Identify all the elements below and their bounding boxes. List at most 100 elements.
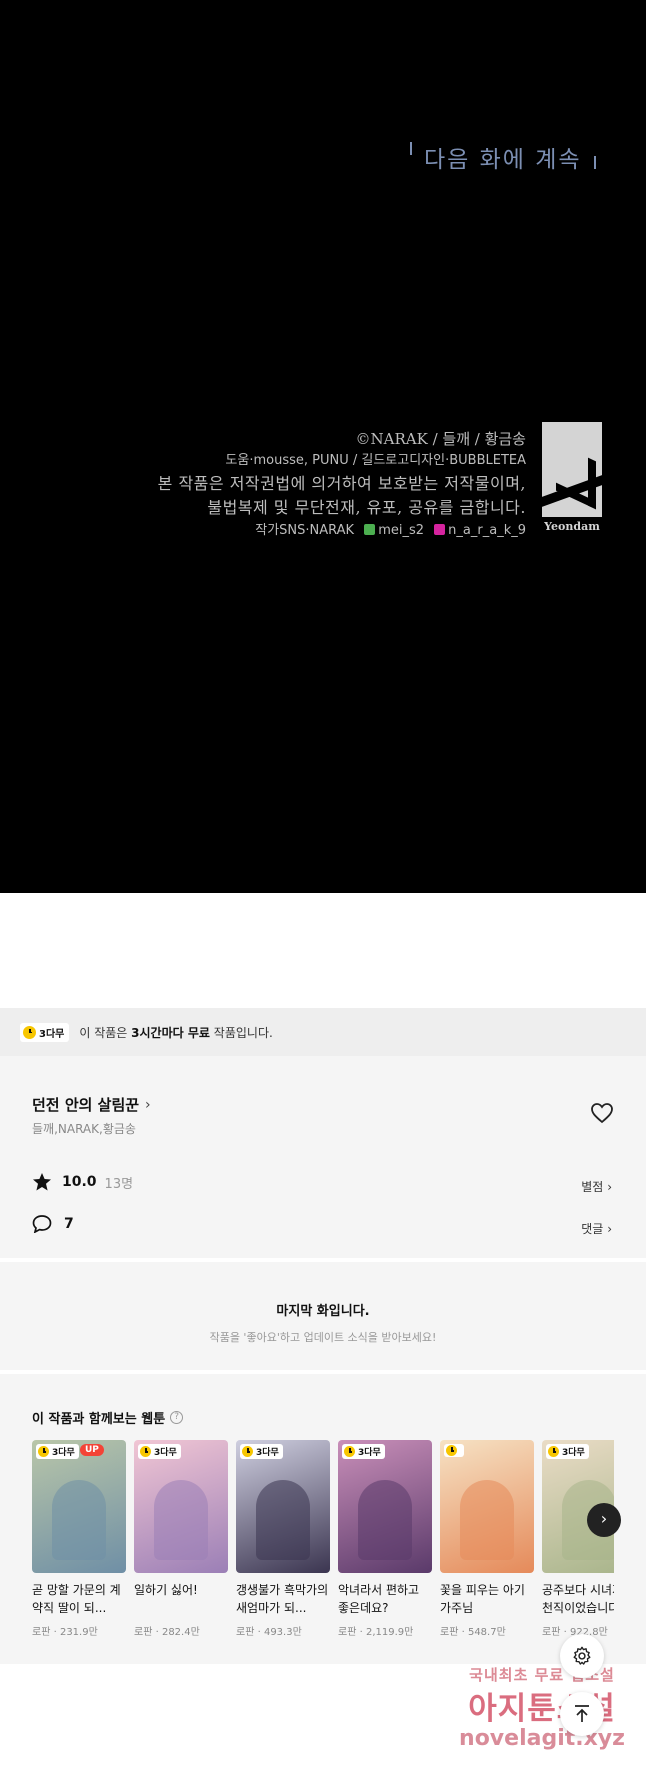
cover-image	[440, 1440, 534, 1573]
last-episode-notice: 마지막 화입니다. 작품을 '좋아요'하고 업데이트 소식을 받아보세요!	[0, 1262, 646, 1370]
comment-link-label: 댓글	[581, 1222, 604, 1236]
card-genre: 로판	[236, 1627, 255, 1638]
clock-icon	[446, 1445, 457, 1456]
cover-art	[358, 1480, 412, 1560]
free-badge: 3다무	[36, 1444, 79, 1459]
clock-icon	[548, 1446, 559, 1457]
cover-art	[52, 1480, 106, 1560]
comment-row: 7	[32, 1214, 74, 1233]
card-meta: 로판 · 231.9만	[32, 1627, 98, 1638]
chevron-right-icon: ›	[600, 1509, 608, 1528]
credits-assistants: 도움·mousse, PUNU / 길드로고디자인·BUBBLETEA	[225, 453, 526, 468]
rating-row: 10.0 13명	[32, 1172, 133, 1192]
chevron-right-icon: ›	[607, 1222, 612, 1236]
watermark-line2: 아지툰소설	[468, 1691, 616, 1727]
up-badge: UP	[80, 1444, 104, 1456]
free-badge-label: 3다무	[562, 1448, 585, 1458]
free-badge-label: 3다무	[358, 1448, 381, 1458]
clock-icon	[344, 1446, 355, 1457]
recommendation-card[interactable]: 3다무 UP 곧 망할 가문의 계약직 딸이 되... 로판 · 231.9만	[32, 1440, 126, 1638]
card-genre: 로판	[134, 1627, 153, 1638]
recommendation-card[interactable]: 3다무공주보다 시녀가 천직이었습니다로판 · 922.8만	[542, 1440, 614, 1638]
series-title-link[interactable]: 던전 안의 살림꾼 ›	[32, 1094, 151, 1115]
star-icon	[33, 1173, 51, 1191]
free-badge: 3다무	[20, 1022, 70, 1042]
card-meta: 로판 · 493.3만	[236, 1627, 302, 1638]
card-genre: 로판	[338, 1627, 357, 1638]
recommendations-heading-text: 이 작품과 함께보는 웹툰	[32, 1412, 166, 1427]
card-genre: 로판	[32, 1627, 51, 1638]
free-badge-label: 3다무	[39, 1028, 65, 1040]
free-banner: 3다무 이 작품은 3시간마다 무료 작품입니다.	[0, 1008, 646, 1056]
yeondam-mark-icon	[542, 422, 602, 517]
last-episode-title: 마지막 화입니다.	[276, 1304, 370, 1319]
card-title: 공주보다 시녀가 천직이었습니다	[542, 1583, 614, 1615]
free-badge-label: 3다무	[154, 1448, 177, 1458]
card-meta: 로판 · 2,119.9만	[338, 1627, 414, 1638]
publisher-logo: Yeondam	[542, 422, 602, 533]
recommendation-list: 3다무 UP 곧 망할 가문의 계약직 딸이 되... 로판 · 231.9만 3다무 일…	[32, 1440, 614, 1660]
card-views: 2,119.9만	[365, 1627, 414, 1638]
arrow-up-icon	[575, 1705, 589, 1722]
card-meta: 로판 · 282.4만	[134, 1627, 200, 1638]
cover-image: 3다무 UP	[32, 1440, 126, 1573]
card-genre: 로판	[440, 1627, 459, 1638]
author-sns-line: mei_s2	[378, 523, 425, 538]
credits-block: ©NARAK / 들깨 / 황금송 도움·mousse, PUNU / 길드로고…	[158, 428, 526, 542]
author-sns: 작가SNS·NARAK mei_s2 n_a_r_a_k_9	[158, 520, 526, 542]
cover-image: 3다무	[236, 1440, 330, 1573]
free-badge: 3다무	[240, 1444, 283, 1459]
help-icon[interactable]: ?	[170, 1411, 184, 1424]
series-info: 던전 안의 살림꾼 › 들깨,NARAK,황금송 10.0 13명 별점 › 7…	[0, 1056, 646, 1258]
free-badge: 3다무	[546, 1444, 589, 1459]
instagram-icon	[434, 524, 446, 535]
cover-art	[256, 1480, 310, 1560]
credits-authors: ©NARAK / 들깨 / 황금송	[355, 430, 526, 448]
settings-button[interactable]	[560, 1634, 604, 1678]
scroll-top-button[interactable]	[560, 1692, 604, 1736]
gear-icon	[573, 1646, 591, 1665]
clock-icon	[23, 1025, 36, 1039]
recommendation-card[interactable]: 3다무 갱생불가 흑막가의 새엄마가 되... 로판 · 493.3만	[236, 1440, 330, 1638]
clock-icon	[38, 1446, 49, 1457]
card-views: 282.4만	[161, 1627, 200, 1638]
recommendation-card[interactable]: 3다무일하기 싫어! 로판 · 282.4만	[134, 1440, 228, 1638]
clock-icon	[242, 1446, 253, 1457]
recommendation-card[interactable]: 꽃을 피우는 아기 가주님 로판 · 548.7만	[440, 1440, 534, 1638]
free-badge: 3다무	[342, 1444, 385, 1459]
chevron-right-icon: ›	[607, 1180, 612, 1194]
rating-link-label: 별점	[581, 1180, 604, 1194]
series-title: 던전 안의 살림꾼	[32, 1096, 140, 1114]
cover-image: 3다무	[338, 1440, 432, 1573]
comment-link[interactable]: 댓글 ›	[581, 1220, 612, 1237]
card-genre: 로판	[542, 1627, 561, 1638]
card-title: 곧 망할 가문의 계약직 딸이 되...	[32, 1583, 121, 1615]
card-views: 548.7만	[467, 1627, 506, 1638]
quote-mark-left	[410, 142, 412, 155]
copyright-notice-2: 불법복제 및 무단전재, 유포, 공유를 금합니다.	[207, 498, 526, 517]
comment-icon	[32, 1215, 52, 1233]
line-icon	[364, 524, 376, 535]
recommendations-heading: 이 작품과 함께보는 웹툰 ?	[32, 1408, 184, 1427]
carousel-next-button[interactable]: ›	[587, 1503, 621, 1537]
recommendations: 이 작품과 함께보는 웹툰 ? 3다무 UP 곧 망할 가문의 계약직 딸이 되..…	[0, 1374, 646, 1664]
cover-art	[154, 1480, 208, 1560]
free-badge: 3다무	[138, 1444, 181, 1459]
card-title: 일하기 싫어!	[134, 1583, 198, 1597]
next-notice-text: 다음 화에 계속	[424, 147, 582, 173]
rating-link[interactable]: 별점 ›	[581, 1178, 612, 1195]
copyright-notice-1: 본 작품은 저작권법에 의거하여 보호받는 저작물이며,	[157, 474, 526, 493]
rating-count: 13명	[104, 1176, 134, 1192]
next-episode-notice: 다음 화에 계속	[410, 140, 596, 174]
recommendation-card[interactable]: 3다무악녀라서 편하고 좋은데요? 로판 · 2,119.9만	[338, 1440, 432, 1638]
card-title: 악녀라서 편하고 좋은데요?	[338, 1583, 420, 1615]
card-views: 231.9만	[59, 1627, 98, 1638]
card-title: 꽃을 피우는 아기 가주님	[440, 1583, 525, 1615]
rating-value: 10.0	[62, 1174, 97, 1190]
publisher-name: Yeondam	[544, 520, 600, 533]
free-message-bold: 3시간마다 무료	[131, 1025, 210, 1040]
watermark: 국내최초 무료 웹소설 아지툰소설 novelagit.xyz	[442, 1664, 642, 1751]
free-badge-label: 3다무	[256, 1448, 279, 1458]
heart-icon[interactable]	[590, 1102, 614, 1124]
clock-icon	[140, 1446, 151, 1457]
